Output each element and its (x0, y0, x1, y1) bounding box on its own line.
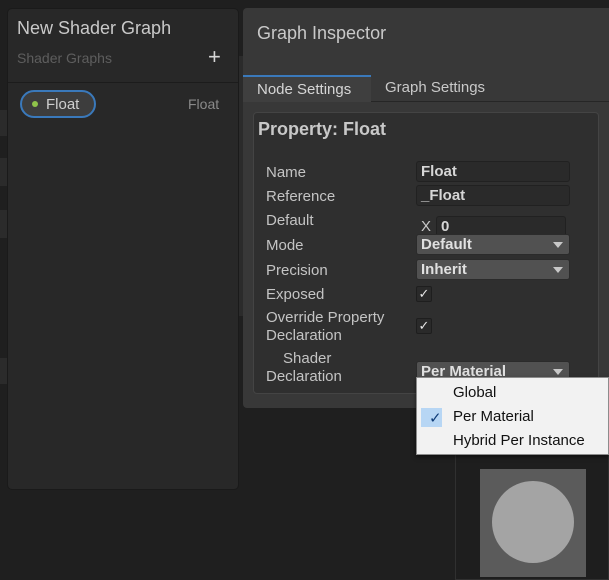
name-field[interactable]: Float (416, 161, 570, 182)
menu-item-label: Global (453, 384, 497, 401)
menu-item-global[interactable]: Global (417, 381, 608, 405)
override-label-2: Declaration (266, 327, 342, 344)
override-checkbox[interactable]: ✓ (416, 318, 432, 334)
tab-graph-settings[interactable]: Graph Settings (371, 75, 511, 102)
blackboard-subtitle: Shader Graphs (17, 50, 112, 66)
property-header: Property: Float (258, 119, 387, 139)
chevron-down-icon (553, 242, 563, 248)
shader-label-1: Shader (283, 350, 332, 367)
canvas-node-stub (0, 158, 7, 186)
override-label-1: Override Property (266, 309, 385, 326)
default-axis-label: X (421, 218, 432, 235)
default-label: Default (266, 212, 314, 229)
main-preview-window (455, 440, 609, 580)
exposed-label: Exposed (266, 286, 325, 303)
canvas-node-stub (0, 358, 7, 384)
shader-declaration-menu: Global ✓ Per Material Hybrid Per Instanc… (416, 377, 609, 455)
mode-value: Default (421, 236, 472, 253)
add-property-button[interactable]: + (208, 46, 221, 68)
menu-item-hybrid-per-instance[interactable]: Hybrid Per Instance (417, 429, 608, 453)
canvas-node-stub (0, 210, 7, 238)
chevron-down-icon (553, 369, 563, 375)
property-pill-float[interactable]: Float (20, 90, 96, 118)
canvas-node-stub (0, 110, 7, 136)
precision-dropdown[interactable]: Inherit (416, 259, 570, 280)
checkmark-icon: ✓ (429, 410, 442, 427)
exposed-checkbox[interactable]: ✓ (416, 286, 432, 302)
precision-value: Inherit (421, 261, 467, 278)
graph-inspector-panel: Graph Inspector Node Settings Graph Sett… (243, 8, 609, 408)
tab-node-settings[interactable]: Node Settings (243, 75, 371, 102)
inspector-tabs: Node Settings Graph Settings (243, 75, 609, 102)
mode-dropdown[interactable]: Default (416, 234, 570, 255)
chevron-down-icon (553, 267, 563, 273)
reference-field[interactable]: _Float (416, 185, 570, 206)
preview-sphere (492, 481, 574, 563)
blackboard-title: New Shader Graph (17, 18, 172, 38)
selection-highlight: ✓ (421, 408, 442, 427)
reference-label: Reference (266, 188, 336, 205)
property-settings-box: Property: Float Name Float Reference _Fl… (253, 112, 599, 394)
name-label: Name (266, 164, 307, 181)
menu-item-per-material[interactable]: ✓ Per Material (417, 405, 608, 429)
property-type: Float (188, 96, 220, 112)
property-dot-icon (32, 101, 38, 107)
precision-label: Precision (266, 262, 328, 279)
shader-label-2: Declaration (266, 368, 342, 385)
property-name: Float (46, 95, 80, 113)
preview-area (480, 469, 586, 577)
menu-item-label: Per Material (453, 408, 534, 425)
menu-item-label: Hybrid Per Instance (453, 432, 585, 449)
inspector-title: Graph Inspector (257, 23, 387, 43)
divider (8, 82, 238, 83)
mode-label: Mode (266, 237, 304, 254)
blackboard-panel: New Shader Graph Shader Graphs + Float F… (7, 8, 239, 490)
